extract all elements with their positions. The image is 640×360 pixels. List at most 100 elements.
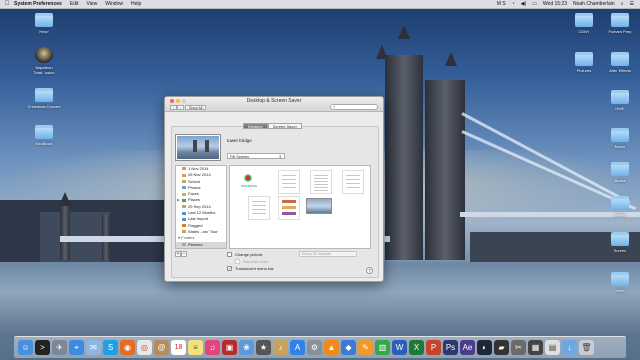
desktop-icon-fulham-prep[interactable]: Fulham Prep	[602, 13, 638, 34]
keynote-icon[interactable]: ◆	[341, 340, 356, 355]
window-titlebar[interactable]: Desktop & Screen Saver ‹ › Show All ⌕	[165, 97, 383, 112]
photoshop-icon[interactable]: Ps	[443, 340, 458, 355]
menu-window[interactable]: Window	[105, 1, 123, 7]
desktop-icon-screen[interactable]: Screen	[602, 232, 638, 253]
itunes-icon[interactable]: ♫	[205, 340, 220, 355]
desktop-icon-ozny[interactable]: OZNY	[566, 13, 602, 34]
battery-icon[interactable]: ▭	[532, 1, 537, 7]
safari-icon[interactable]: ⌖	[69, 340, 84, 355]
desktop-icon-movie[interactable]: Movie	[602, 128, 638, 149]
event-icon	[182, 205, 186, 209]
random-order-checkbox[interactable]	[235, 259, 240, 264]
image-thumbnail[interactable]	[248, 196, 270, 220]
trash-icon[interactable]: 🗑	[579, 340, 594, 355]
menu-app-name[interactable]: System Preferences	[14, 1, 62, 7]
interval-select[interactable]: Every 30 minutes	[299, 251, 357, 257]
steam-icon[interactable]: ◐	[477, 340, 492, 355]
terminal-icon[interactable]: >	[35, 340, 50, 355]
tab-desktop[interactable]: Desktop	[243, 123, 268, 129]
source-list[interactable]: 1 Nov 2014 25 Nov 2014 School Photos Fac…	[175, 165, 227, 249]
vlc-icon[interactable]: ▲	[324, 340, 339, 355]
menu-edit[interactable]: Edit	[70, 1, 79, 7]
mail-icon[interactable]: ✉	[86, 340, 101, 355]
desktop-icon-help[interactable]: Help!	[26, 13, 62, 34]
desktop-icon-miniblock[interactable]: MiniBlock	[26, 125, 62, 146]
powerpoint-icon[interactable]: P	[426, 340, 441, 355]
napoleon-app-icon	[35, 47, 53, 63]
app-store-icon[interactable]: A	[290, 340, 305, 355]
menu-view[interactable]: View	[86, 1, 97, 7]
spotlight-icon[interactable]: ⌕	[621, 1, 624, 7]
numbers-icon[interactable]: ▥	[375, 340, 390, 355]
desktop-icon-label: iWeb	[615, 288, 625, 293]
places-icon	[182, 198, 186, 202]
disclosure-triangle-icon[interactable]: ▾	[178, 235, 180, 240]
image-grid[interactable]: WorldBuilds	[229, 165, 371, 249]
image-thumbnail[interactable]	[278, 196, 300, 220]
search-input[interactable]: ⌕	[330, 104, 378, 110]
menu-help[interactable]: Help	[131, 1, 141, 7]
back-button[interactable]: ‹	[170, 105, 177, 110]
chevron-updown-icon: ⇕	[278, 154, 282, 159]
image-thumbnail[interactable]	[310, 170, 332, 194]
screenshot-icon[interactable]: ✂	[511, 340, 526, 355]
pages-icon[interactable]: ✎	[358, 340, 373, 355]
desktop-icon-hwe[interactable]: HWE	[602, 90, 638, 111]
desktop-icon-napoleon[interactable]: Napoleon Total...ssion	[26, 47, 62, 75]
launchpad-icon[interactable]: ✈	[52, 340, 67, 355]
folder-icon	[611, 13, 629, 27]
chrome-icon[interactable]: ◎	[137, 340, 152, 355]
desktop-icon-books[interactable]: Books	[602, 162, 638, 183]
folder-stack-icon[interactable]: ▤	[545, 340, 560, 355]
desktop-icon-label: OZNY	[578, 29, 590, 34]
iphoto-icon[interactable]: ❀	[239, 340, 254, 355]
image-thumbnail[interactable]: WorldBuilds	[238, 170, 260, 194]
notes-icon[interactable]: ≡	[188, 340, 203, 355]
system-preferences-icon[interactable]: ⚙	[307, 340, 322, 355]
photos-icon	[182, 186, 186, 190]
tab-screen-saver[interactable]: Screen Saver	[267, 123, 302, 129]
calendar-icon[interactable]: 18	[171, 340, 186, 355]
change-picture-checkbox[interactable]	[227, 252, 232, 257]
event-icon	[182, 173, 186, 177]
contacts-icon[interactable]: @	[154, 340, 169, 355]
wifi-icon[interactable]: ◔	[512, 1, 515, 7]
menu-clock[interactable]: Wed 15:23	[543, 1, 567, 7]
photo-booth-icon[interactable]: ▣	[222, 340, 237, 355]
show-all-button[interactable]: Show All	[185, 105, 207, 110]
desktop-icon-after-effects[interactable]: After Effects	[602, 52, 638, 73]
image-thumbnail[interactable]	[342, 170, 364, 194]
imovie-icon[interactable]: ★	[256, 340, 271, 355]
remove-folder-button[interactable]: −	[181, 251, 187, 257]
menu-user[interactable]: Noah Chamberlain	[573, 1, 615, 7]
desktop-icon-movie-2[interactable]: Movie	[602, 196, 638, 217]
notification-center-icon[interactable]: ☰	[630, 1, 634, 7]
downloads-icon[interactable]: ↓	[562, 340, 577, 355]
firefox-icon[interactable]: ◉	[120, 340, 135, 355]
source-item-selected[interactable]: Pictures	[176, 241, 226, 248]
skype-icon[interactable]: S	[103, 340, 118, 355]
event-icon	[182, 180, 186, 184]
desktop-icon-pictures[interactable]: Pictures	[566, 52, 602, 73]
garageband-icon[interactable]: ♪	[273, 340, 288, 355]
finder-icon[interactable]: ☺	[18, 340, 33, 355]
activity-icon[interactable]: ▦	[528, 340, 543, 355]
volume-icon[interactable]: ◀)	[521, 1, 527, 7]
image-thumbnail[interactable]	[278, 170, 300, 194]
apple-menu-icon[interactable]: 	[0, 1, 14, 7]
after-effects-icon[interactable]: Ae	[460, 340, 475, 355]
input-source-icon[interactable]: M S	[497, 1, 506, 7]
tower-bridge-thumbnail[interactable]	[306, 198, 332, 214]
desktop-icon-label: Pictures	[576, 68, 592, 73]
menu-bar:  System Preferences Edit View Window He…	[0, 0, 640, 9]
word-icon[interactable]: W	[392, 340, 407, 355]
help-button[interactable]: ?	[366, 267, 373, 274]
game-icon[interactable]: ▰	[494, 340, 509, 355]
event-icon	[182, 230, 186, 234]
desktop-icon-iweb[interactable]: iWeb	[602, 272, 638, 293]
fill-screen-select[interactable]: Fill Screen ⇕	[227, 153, 285, 159]
translucent-menu-bar-checkbox[interactable]: ✓	[227, 266, 232, 271]
forward-button[interactable]: ›	[177, 105, 184, 110]
excel-icon[interactable]: X	[409, 340, 424, 355]
desktop-icon-christmas-concert[interactable]: Christmas Concert	[26, 88, 62, 109]
